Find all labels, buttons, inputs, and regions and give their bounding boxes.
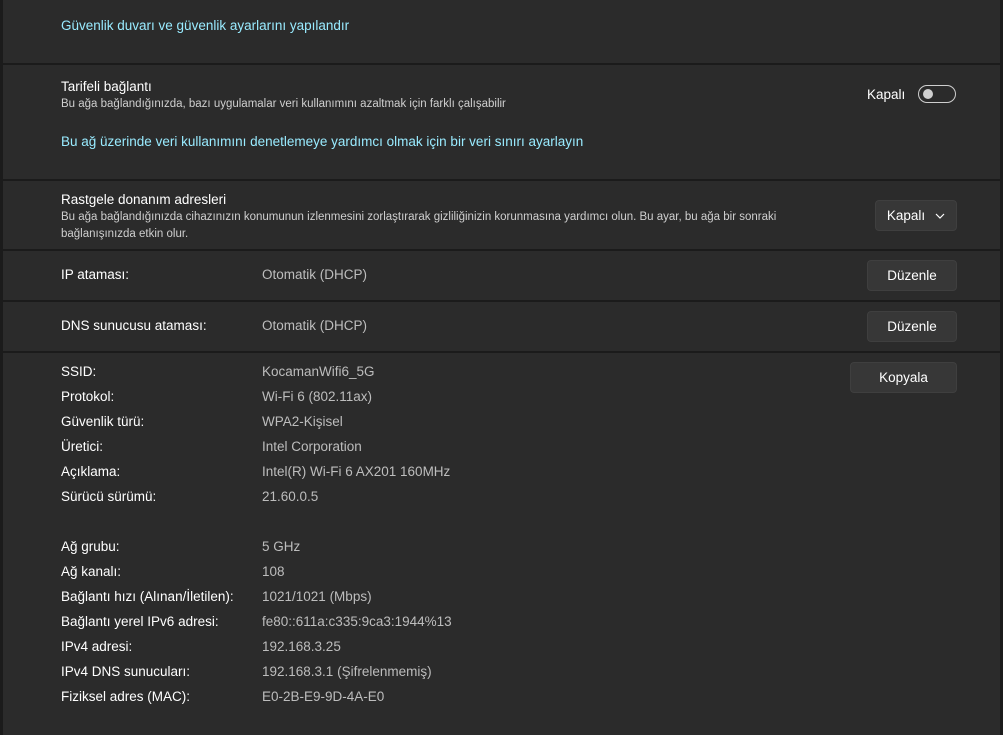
network-properties-page: Güvenlik duvarı ve güvenlik ayarlarını y… [0,0,1003,735]
protocol-label: Protokol: [61,389,115,404]
metered-connection-title: Tarifeli bağlantı [61,79,152,94]
metered-connection-toggle[interactable] [918,85,956,103]
ipv4-dns-servers-label: IPv4 DNS sunucuları: [61,664,191,679]
chevron-down-icon [935,213,945,219]
ip-assignment-card: IP ataması: Otomatik (DHCP) Düzenle [3,251,1000,300]
metered-toggle-label: Kapalı [867,87,906,102]
random-hardware-dropdown[interactable]: Kapalı [875,200,957,231]
firewall-card: Güvenlik duvarı ve güvenlik ayarlarını y… [3,0,1000,63]
description-value: Intel(R) Wi-Fi 6 AX201 160MHz [262,464,451,479]
driver-version-value: 21.60.0.5 [262,489,319,504]
random-hardware-title: Rastgele donanım adresleri [61,192,227,207]
random-hardware-addresses-card: Rastgele donanım adresleri Bu ağa bağlan… [3,181,1000,249]
security-type-value: WPA2-Kişisel [262,414,343,429]
driver-version-label: Sürücü sürümü: [61,489,157,504]
random-hardware-description-line1: Bu ağa bağlandığınızda cihazınızın konum… [61,211,777,223]
copy-button[interactable]: Kopyala [850,362,957,393]
ip-edit-button[interactable]: Düzenle [867,260,957,291]
dropdown-value: Kapalı [886,208,926,223]
ipv4-address-value: 192.168.3.25 [262,639,341,654]
dns-assignment-value: Otomatik (DHCP) [262,318,368,333]
network-band-value: 5 GHz [262,539,301,554]
security-type-label: Güvenlik türü: [61,414,145,429]
network-channel-value: 108 [262,564,285,579]
toggle-knob [923,89,933,99]
manufacturer-value: Intel Corporation [262,439,362,454]
ipv4-address-label: IPv4 adresi: [61,639,133,654]
firewall-settings-link[interactable]: Güvenlik duvarı ve güvenlik ayarlarını y… [61,18,349,33]
ip-assignment-value: Otomatik (DHCP) [262,267,368,282]
manufacturer-label: Üretici: [61,439,104,454]
ssid-label: SSID: [61,364,97,379]
ipv6-address-label: Bağlantı yerel IPv6 adresi: [61,614,219,629]
link-speed-value: 1021/1021 (Mbps) [262,589,372,604]
metered-connection-description: Bu ağa bağlandığınızda, bazı uygulamalar… [61,98,506,110]
metered-connection-card: Tarifeli bağlantı Bu ağa bağlandığınızda… [3,65,1000,179]
network-channel-label: Ağ kanalı: [61,564,122,579]
protocol-value: Wi-Fi 6 (802.11ax) [262,389,373,404]
network-properties-card: Kopyala SSID: KocamanWifi6_5G Protokol: … [3,353,1000,735]
data-limit-link[interactable]: Bu ağ üzerinde veri kullanımını denetlem… [61,134,583,149]
ssid-value: KocamanWifi6_5G [262,364,375,379]
random-hardware-description-line2: bağlanışınızda etkin olur. [61,228,189,240]
ip-assignment-label: IP ataması: [61,267,130,282]
dns-assignment-card: DNS sunucusu ataması: Otomatik (DHCP) Dü… [3,302,1000,351]
description-label: Açıklama: [61,464,121,479]
network-band-label: Ağ grubu: [61,539,120,554]
mac-address-value: E0-2B-E9-9D-4A-E0 [262,689,385,704]
link-speed-label: Bağlantı hızı (Alınan/İletilen): [61,589,234,604]
dns-assignment-label: DNS sunucusu ataması: [61,318,207,333]
ipv4-dns-servers-value: 192.168.3.1 (Şifrelenmemiş) [262,664,432,679]
mac-address-label: Fiziksel adres (MAC): [61,689,191,704]
ipv6-address-value: fe80::611a:c335:9ca3:1944%13 [262,614,452,629]
dns-edit-button[interactable]: Düzenle [867,311,957,342]
